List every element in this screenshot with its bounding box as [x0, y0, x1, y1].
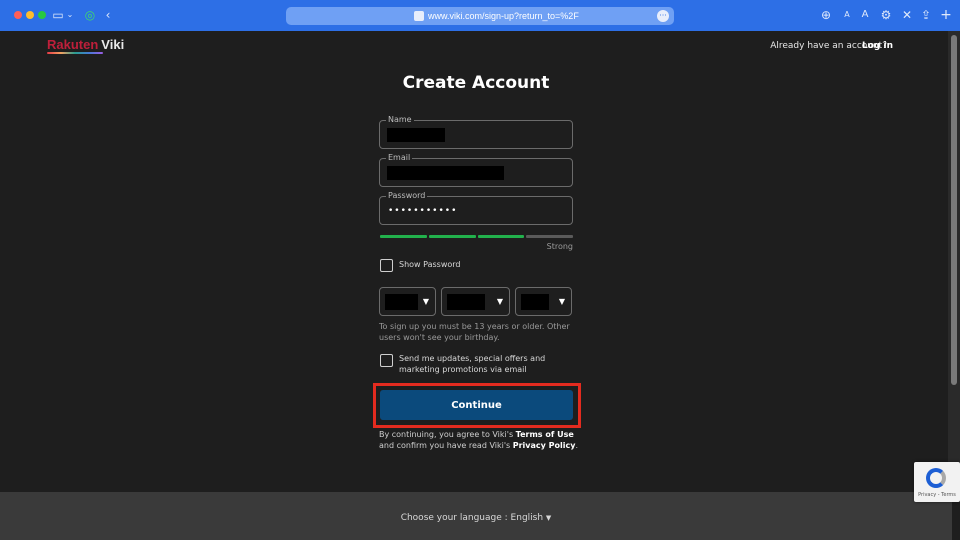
birthday-hint: To sign up you must be 13 years or older…: [379, 322, 570, 342]
strength-segment: [478, 235, 524, 238]
birth-day-value-redacted: [447, 294, 485, 310]
signup-page: Rakuten Viki Already have an account? Log…: [0, 31, 960, 540]
caret-down-icon: ▼: [545, 514, 552, 522]
recaptcha-icon: [926, 468, 946, 488]
viki-logo[interactable]: Rakuten Viki: [47, 37, 124, 53]
birth-day-select[interactable]: ▼: [441, 287, 510, 316]
browser-toolbar: ▭ ⌄ ◎ ‹ www.viki.com/sign-up?return_to=%…: [0, 0, 960, 31]
birth-year-value-redacted: [521, 294, 549, 310]
text-larger-icon[interactable]: A: [860, 7, 870, 23]
chevron-down-icon[interactable]: ⌄: [66, 7, 74, 23]
url-text: www.viki.com/sign-up?return_to=%2F: [428, 11, 579, 21]
terms-text: By continuing, you agree to Viki's Terms…: [379, 429, 579, 451]
language-prefix: Choose your language :: [400, 513, 508, 523]
zoom-window-button[interactable]: [38, 11, 46, 19]
minimize-window-button[interactable]: [26, 11, 34, 19]
password-strength-label: Strong: [546, 242, 573, 251]
extension-icon[interactable]: ◎: [84, 7, 96, 23]
terms-middle: and confirm you have read Viki's: [379, 441, 511, 450]
gear-icon[interactable]: ⚙: [880, 7, 892, 23]
logo-stripe: [47, 52, 103, 54]
page-footer: Choose your language : English ▼: [0, 492, 952, 540]
login-link[interactable]: Log in: [862, 40, 893, 52]
back-icon[interactable]: ‹: [102, 7, 114, 23]
download-icon[interactable]: ⊕: [820, 7, 832, 23]
marketing-updates-checkbox[interactable]: [380, 354, 393, 367]
strength-segment: [526, 235, 573, 238]
close-tab-icon[interactable]: ✕: [902, 7, 912, 23]
terms-prefix: By continuing, you agree to Viki's: [379, 430, 514, 439]
password-input[interactable]: •••••••••••: [388, 205, 457, 217]
name-label: Name: [386, 115, 414, 125]
logo-text-rakuten: Rakuten: [47, 37, 99, 52]
caret-down-icon: ▼: [496, 297, 503, 306]
password-label: Password: [386, 191, 428, 201]
scrollbar[interactable]: [948, 31, 960, 491]
page-title: Create Account: [402, 73, 550, 93]
birth-month-value-redacted: [385, 294, 418, 310]
email-field[interactable]: Email: [379, 153, 573, 187]
name-field[interactable]: Name: [379, 115, 573, 149]
logo-text-viki: Viki: [101, 37, 125, 52]
address-bar[interactable]: www.viki.com/sign-up?return_to=%2F ···: [286, 7, 674, 25]
privacy-policy-link[interactable]: Privacy Policy: [513, 441, 576, 450]
birth-month-select[interactable]: ▼: [379, 287, 436, 316]
terms-suffix: .: [575, 441, 579, 450]
email-input-redacted[interactable]: [387, 166, 504, 180]
recaptcha-text[interactable]: Privacy - Terms: [914, 492, 960, 498]
caret-down-icon: ▼: [422, 297, 429, 306]
language-dropdown[interactable]: English ▼: [511, 513, 552, 523]
caret-down-icon: ▼: [558, 297, 565, 306]
close-window-button[interactable]: [14, 11, 22, 19]
continue-button[interactable]: Continue: [380, 390, 573, 420]
name-input-redacted[interactable]: [387, 128, 445, 142]
text-smaller-icon[interactable]: A: [843, 7, 851, 23]
birth-year-select[interactable]: ▼: [515, 287, 572, 316]
language-value: English: [510, 513, 544, 523]
strength-segment: [380, 235, 427, 238]
share-icon[interactable]: ⇪: [920, 7, 932, 23]
more-options-icon[interactable]: ···: [657, 10, 669, 22]
site-favicon-icon: [414, 11, 424, 21]
sidebar-icon[interactable]: ▭: [52, 7, 64, 23]
show-password-checkbox[interactable]: [380, 259, 393, 272]
strength-segment: [429, 235, 476, 238]
new-tab-icon[interactable]: +: [940, 7, 952, 23]
email-label: Email: [386, 153, 413, 163]
language-selector: Choose your language : English ▼: [0, 512, 952, 524]
recaptcha-badge[interactable]: Privacy - Terms: [914, 462, 960, 502]
marketing-updates-label[interactable]: Send me updates, special offers and mark…: [399, 353, 574, 375]
show-password-label[interactable]: Show Password: [399, 259, 461, 270]
terms-of-use-link[interactable]: Terms of Use: [516, 430, 574, 439]
password-field[interactable]: Password •••••••••••: [379, 191, 573, 225]
